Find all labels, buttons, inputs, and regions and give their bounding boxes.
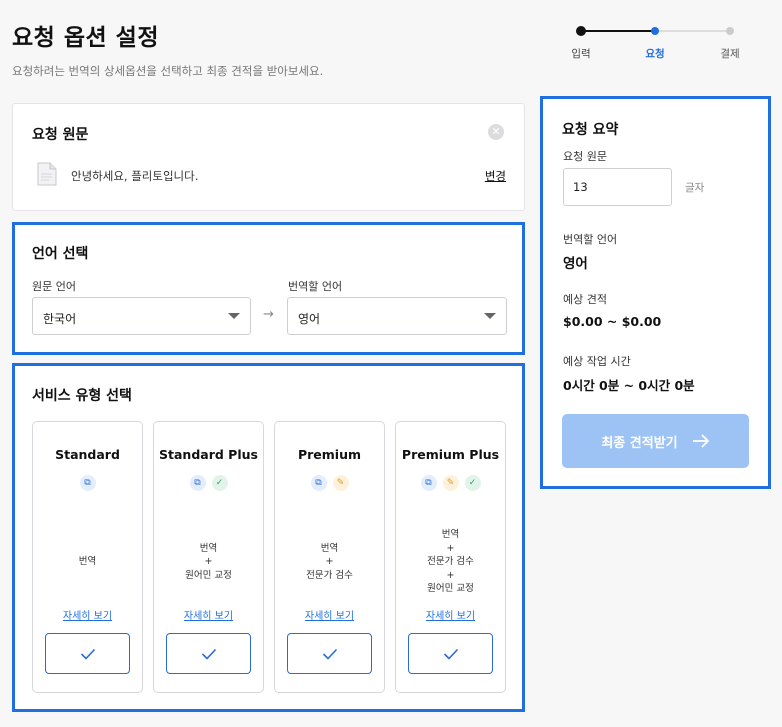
native-proofread-icon: ✓: [464, 475, 481, 491]
summary-target-label: 번역할 언어: [563, 233, 618, 246]
plan-description: 번역: [33, 517, 142, 607]
chevron-down-icon: [484, 313, 496, 319]
origin-card: 요청 원문 ✕ 안녕하세요, 플리토입니다. 변경: [12, 103, 525, 211]
request-summary-panel: 요청 요약 요청 원문 13 글자 번역할 언어 영어 예상 견적 $0.00 …: [540, 96, 771, 489]
service-heading: 서비스 유형 선택: [32, 388, 132, 404]
plan-desc-line: 번역: [320, 542, 339, 554]
final-quote-label: 최종 견적받기: [601, 435, 678, 451]
plan-detail-link[interactable]: 자세히 보기: [275, 607, 384, 622]
plan-description: 번역 + 전문가 검수 + 원어민 교정: [396, 517, 505, 607]
plan-name: Premium Plus: [401, 447, 500, 462]
source-language-select[interactable]: 한국어: [32, 297, 251, 335]
plan-select-button[interactable]: [408, 633, 493, 674]
page-title: 요청 옵션 설정: [12, 25, 159, 51]
char-unit: 글자: [685, 182, 705, 194]
target-language-label: 번역할 언어: [288, 280, 343, 293]
arrow-right-icon: [692, 434, 709, 448]
translate-icon: ⧉: [189, 475, 206, 491]
origin-file-name: 안녕하세요, 플리토입니다.: [71, 169, 199, 183]
step-label-input: 입력: [571, 48, 591, 60]
target-language-select[interactable]: 영어: [287, 297, 507, 335]
plan-desc-line: +: [204, 556, 213, 568]
plan-desc-line: +: [446, 569, 455, 581]
arrow-right-icon: →: [263, 307, 274, 322]
plan-detail-link[interactable]: 자세히 보기: [33, 607, 142, 622]
step-connector: [581, 30, 655, 32]
summary-time-value: 0시간 0분 ~ 0시간 0분: [563, 378, 695, 393]
plan-desc-line: 원어민 교정: [185, 569, 232, 581]
language-card: 언어 선택 원문 언어 한국어 → 번역할 언어 영어: [12, 222, 525, 355]
expert-review-icon: ✎: [332, 475, 349, 491]
plan-description: 번역 + 전문가 검수: [275, 517, 384, 607]
service-type-card: 서비스 유형 선택 Standard ⧉ 번역 자세히 보기 Standard …: [12, 363, 525, 712]
plan-name: Standard: [55, 447, 120, 462]
step-label-request: 요청: [645, 48, 665, 60]
progress-stepper: 입력 요청 결제: [560, 24, 750, 64]
plan-premium-plus[interactable]: Premium Plus ⧉ ✎ ✓ 번역 + 전문가 검수 + 원어민 교정 …: [395, 421, 506, 693]
source-language-label: 원문 언어: [32, 280, 76, 293]
close-icon[interactable]: ✕: [488, 124, 504, 140]
plan-desc-line: 번역: [199, 542, 218, 554]
plan-premium[interactable]: Premium ⧉ ✎ 번역 + 전문가 검수 자세히 보기: [274, 421, 385, 693]
check-icon: [443, 648, 458, 660]
plan-desc-line: +: [446, 542, 455, 554]
final-quote-button[interactable]: 최종 견적받기: [562, 414, 749, 468]
plan-select-button[interactable]: [166, 633, 251, 674]
plan-name: Premium: [297, 447, 362, 462]
plan-standard-plus[interactable]: Standard Plus ⧉ ✓ 번역 + 원어민 교정 자세히 보기: [153, 421, 264, 693]
plan-desc-line: 원어민 교정: [427, 583, 474, 595]
step-connector: [655, 30, 730, 32]
page-subtitle: 요청하려는 번역의 상세옵션을 선택하고 최종 견적을 받아보세요.: [12, 64, 324, 78]
plan-description: 번역 + 원어민 교정: [154, 517, 263, 607]
summary-estimate-value: $0.00 ~ $0.00: [563, 314, 662, 329]
chevron-down-icon: [228, 313, 240, 319]
check-icon: [80, 648, 95, 660]
summary-origin-label: 요청 원문: [563, 150, 607, 163]
translate-icon: ⧉: [79, 475, 96, 491]
step-dot-request: [651, 27, 659, 35]
char-count-field: 13: [563, 168, 672, 206]
summary-time-label: 예상 작업 시간: [563, 355, 631, 368]
change-link[interactable]: 변경: [485, 168, 506, 184]
document-icon: [37, 162, 57, 186]
plan-select-button[interactable]: [45, 633, 130, 674]
translate-icon: ⧉: [310, 475, 327, 491]
plan-detail-link[interactable]: 자세히 보기: [396, 607, 505, 622]
summary-estimate-label: 예상 견적: [563, 293, 607, 306]
plan-detail-link[interactable]: 자세히 보기: [154, 607, 263, 622]
summary-heading: 요청 요약: [562, 122, 619, 138]
source-language-value: 한국어: [43, 312, 77, 326]
target-language-value: 영어: [298, 312, 321, 326]
summary-target-value: 영어: [563, 256, 588, 272]
expert-review-icon: ✎: [442, 475, 459, 491]
step-dot-input: [576, 26, 586, 36]
language-heading: 언어 선택: [32, 246, 89, 262]
native-proofread-icon: ✓: [211, 475, 228, 491]
plan-desc-line: 번역: [78, 556, 97, 568]
plan-name: Standard Plus: [159, 447, 258, 462]
plan-select-button[interactable]: [287, 633, 372, 674]
step-dot-payment: [726, 27, 734, 35]
plan-desc-line: 전문가 검수: [427, 556, 474, 568]
translate-icon: ⧉: [420, 475, 437, 491]
plan-desc-line: 번역: [441, 529, 460, 541]
check-icon: [322, 648, 337, 660]
plan-desc-line: 전문가 검수: [306, 569, 353, 581]
origin-heading: 요청 원문: [32, 127, 89, 143]
plan-standard[interactable]: Standard ⧉ 번역 자세히 보기: [32, 421, 143, 693]
check-icon: [201, 648, 216, 660]
plan-desc-line: +: [325, 556, 334, 568]
step-label-payment: 결제: [720, 48, 740, 60]
